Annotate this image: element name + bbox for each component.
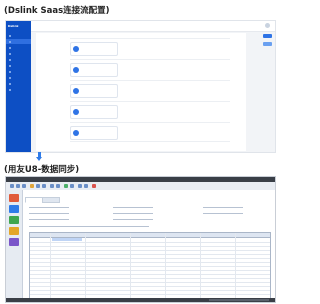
divider [70, 101, 230, 102]
toolbar-icon[interactable] [84, 183, 88, 188]
menu-icon [9, 40, 11, 43]
sidebar-item[interactable] [6, 63, 31, 68]
voucher-grid [29, 232, 271, 300]
table-row[interactable] [30, 266, 270, 267]
u8-statusbar [6, 298, 275, 302]
toolbar-icon[interactable] [70, 183, 74, 188]
menu-icon [9, 82, 11, 85]
toolbar-icon[interactable] [56, 183, 60, 188]
toolbar-icon[interactable] [10, 183, 14, 188]
table-row[interactable] [30, 294, 270, 295]
flow-node[interactable] [70, 126, 118, 140]
divider [70, 80, 230, 81]
toolbar-icon[interactable] [50, 183, 54, 188]
status-info [209, 298, 269, 301]
toolbar-icon[interactable] [16, 183, 20, 188]
toolbar-icon[interactable] [22, 183, 26, 188]
caption-dslink: (Dslink Saas连接流配置) [4, 6, 110, 16]
flow-canvas [36, 33, 246, 151]
trigger-icon [72, 45, 79, 52]
module-icon[interactable] [9, 205, 19, 213]
flow-node[interactable] [70, 105, 118, 119]
module-icon[interactable] [9, 216, 19, 224]
menu-icon [9, 70, 11, 73]
menu-icon [9, 46, 11, 49]
dslink-sidebar: Dslink [6, 21, 31, 152]
arrow-down-icon-head [36, 157, 42, 161]
selected-cell[interactable] [52, 238, 82, 241]
field-line[interactable] [113, 207, 153, 208]
table-row[interactable] [30, 270, 270, 271]
menu-icon [9, 88, 11, 91]
module-icon[interactable] [9, 238, 19, 246]
sidebar-item[interactable] [6, 33, 31, 38]
module-icon[interactable] [9, 227, 19, 235]
field-line[interactable] [29, 219, 69, 220]
toolbar-icon[interactable] [36, 183, 40, 188]
tab-active[interactable] [25, 197, 43, 203]
module-icon[interactable] [9, 194, 19, 202]
table-row[interactable] [30, 274, 270, 275]
table-row[interactable] [30, 278, 270, 279]
avatar[interactable] [265, 23, 270, 28]
table-row[interactable] [30, 282, 270, 283]
action-icon [72, 66, 79, 73]
field-line[interactable] [113, 219, 153, 220]
flow-node[interactable] [70, 42, 118, 56]
action-icon [72, 129, 79, 136]
dslink-screenshot: Dslink [5, 20, 276, 153]
sidebar-item[interactable] [6, 87, 31, 92]
sidebar-item[interactable] [6, 69, 31, 74]
toolbar-icon[interactable] [92, 183, 96, 188]
field-line[interactable] [29, 213, 69, 214]
field-line[interactable] [203, 213, 243, 214]
field-line[interactable] [29, 226, 149, 227]
dslink-topbar [31, 21, 275, 32]
action-icon [72, 87, 79, 94]
divider [70, 122, 230, 123]
action-icon [72, 108, 79, 115]
menu-icon [9, 76, 11, 79]
save-button[interactable] [263, 34, 272, 38]
toolbar-icon[interactable] [30, 183, 34, 188]
field-line[interactable] [203, 207, 243, 208]
sidebar-item[interactable] [6, 51, 31, 56]
menu-icon [9, 58, 11, 61]
table-row[interactable] [30, 290, 270, 291]
divider [70, 38, 230, 39]
tab[interactable] [42, 197, 60, 203]
toolbar-icon[interactable] [78, 183, 82, 188]
table-row[interactable] [30, 258, 270, 259]
toolbar-icon[interactable] [64, 183, 68, 188]
caption-u8: (用友U8-数据同步) [4, 165, 80, 175]
menu-icon [9, 34, 11, 37]
flow-node[interactable] [70, 84, 118, 98]
sidebar-item[interactable] [6, 45, 31, 50]
divider [70, 141, 230, 142]
dslink-logo: Dslink [8, 24, 19, 28]
field-line[interactable] [113, 213, 153, 214]
table-row[interactable] [30, 254, 270, 255]
flow-node[interactable] [70, 63, 118, 77]
u8-voucher-form [23, 190, 275, 302]
toolbar-icon[interactable] [42, 183, 46, 188]
run-button[interactable] [263, 42, 272, 46]
table-row[interactable] [30, 262, 270, 263]
table-row[interactable] [30, 246, 270, 247]
sidebar-item[interactable] [6, 81, 31, 86]
sidebar-item[interactable] [6, 75, 31, 80]
table-row[interactable] [30, 242, 270, 243]
divider [70, 59, 230, 60]
sidebar-item[interactable] [6, 57, 31, 62]
field-line[interactable] [29, 207, 69, 208]
table-row[interactable] [30, 286, 270, 287]
table-row[interactable] [30, 250, 270, 251]
sidebar-item-active[interactable] [6, 39, 31, 44]
menu-icon [9, 52, 11, 55]
menu-icon [9, 64, 11, 67]
u8-screenshot [5, 176, 276, 303]
u8-sidebar [6, 190, 23, 302]
